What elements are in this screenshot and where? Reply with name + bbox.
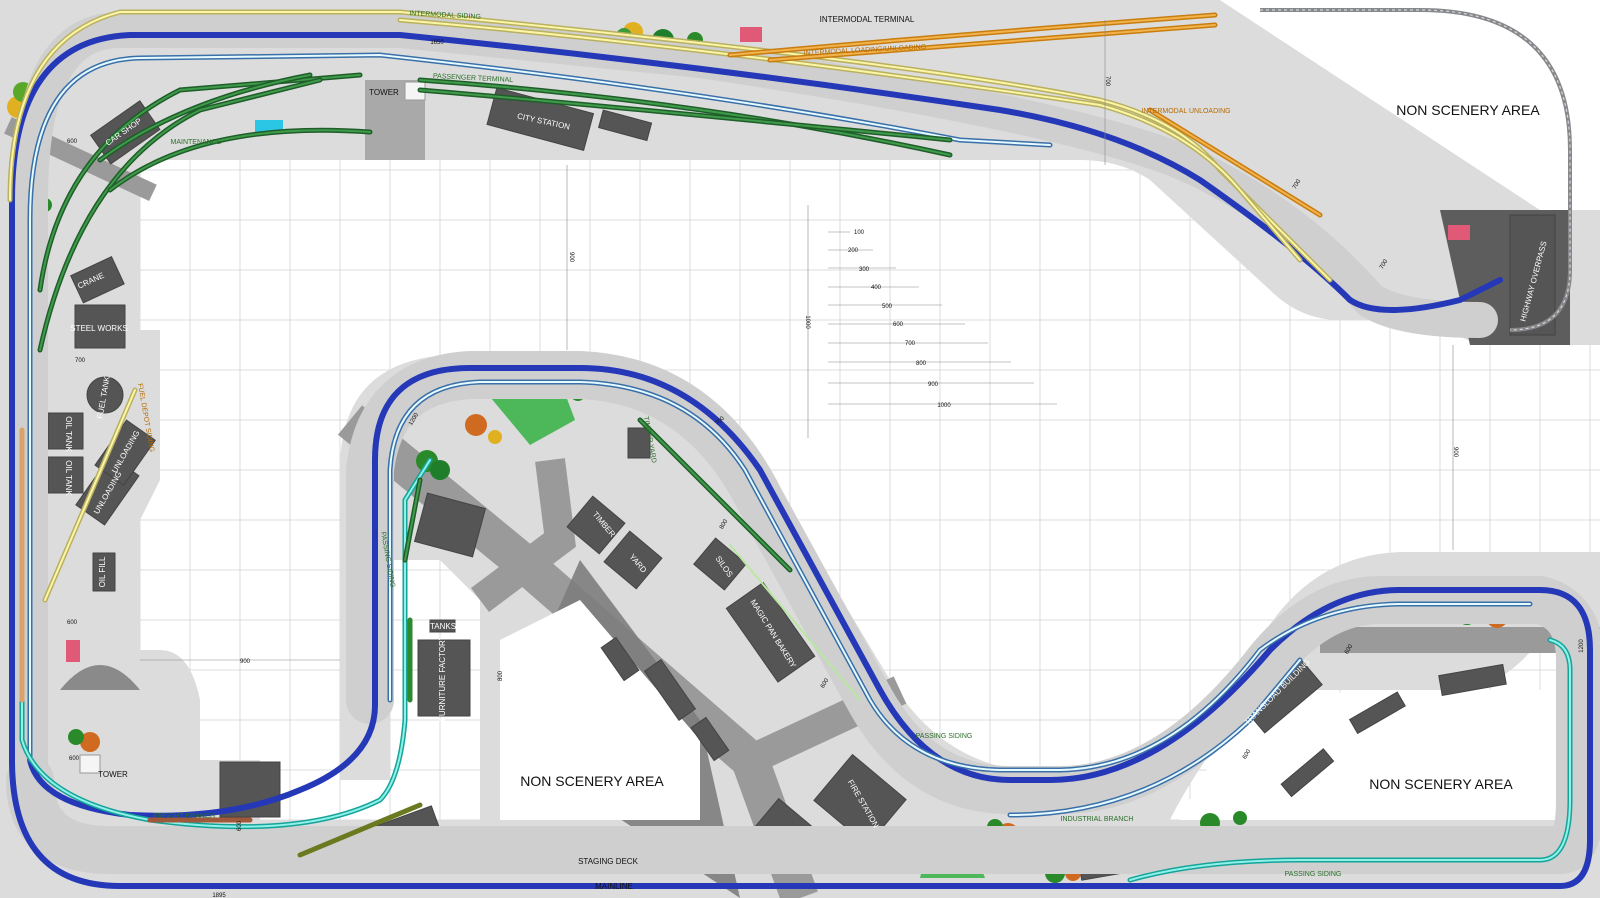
dim-staging-600: 600 xyxy=(237,820,243,831)
scale-tick-500: 500 xyxy=(882,304,893,310)
industrial-branch-label: INDUSTRIAL BRANCH xyxy=(1061,816,1134,823)
dim-mid-900: 900 xyxy=(568,252,574,263)
scale-tick-200: 200 xyxy=(848,248,859,254)
dim-left-700: 700 xyxy=(75,358,86,364)
dim-right-900: 900 xyxy=(1452,447,1458,458)
furniture-factory-label: FURNITURE FACTORY xyxy=(438,634,447,721)
scale-tick-300: 300 xyxy=(859,267,870,273)
scale-tick-400: 400 xyxy=(871,285,882,291)
mainline-label: MAINLINE xyxy=(595,882,633,891)
dim-left-600b: 600 xyxy=(67,620,78,626)
dim-top-700: 700 xyxy=(1104,76,1110,87)
tanks-label: TANKS xyxy=(430,622,456,631)
dim-left-900: 900 xyxy=(240,659,251,665)
oil-tank-1-label: OIL TANK xyxy=(64,416,73,452)
dim-center-800: 800 xyxy=(498,670,504,681)
track-plan-diagram: NON SCENERY AREA NON SCENERY AREA NON SC… xyxy=(0,0,1600,898)
scale-tick-700: 700 xyxy=(905,341,916,347)
dim-right-1200: 1200 xyxy=(1579,639,1585,653)
scale-tick-900: 900 xyxy=(928,382,939,388)
scale-tick-100: 100 xyxy=(854,230,865,236)
dim-bottom-len: 1895 xyxy=(212,893,226,898)
oil-fill-label: OIL FILL xyxy=(98,556,107,587)
non-scenery-area-top-right: NON SCENERY AREA xyxy=(1396,102,1540,118)
non-scenery-area-bottom-right: NON SCENERY AREA xyxy=(1369,776,1513,792)
staging-deck-label: STAGING DECK xyxy=(578,857,639,866)
scale-tick-1000: 1000 xyxy=(937,403,951,409)
non-scenery-area-center: NON SCENERY AREA xyxy=(520,773,664,789)
intermodal-terminal-label: INTERMODAL TERMINAL xyxy=(820,15,915,24)
passing-siding-mid-label: PASSING SIDING xyxy=(916,733,973,740)
oil-tank-2-label: OIL TANK xyxy=(64,460,73,496)
dim-left-600a: 600 xyxy=(67,139,78,145)
scale-tick-800: 800 xyxy=(916,361,927,367)
intermodal-unloading-label: INTERMODAL UNLOADING xyxy=(1141,108,1230,115)
scale-tick-600: 600 xyxy=(893,322,904,328)
tower-bottom-label: TOWER xyxy=(98,770,128,779)
maintenance-label: MAINTENANCE xyxy=(171,139,222,146)
steel-works-label: STEEL WORKS xyxy=(70,324,128,333)
tower-top-label: TOWER xyxy=(369,88,399,97)
passing-siding-bottom-label: PASSING SIDING xyxy=(1285,871,1342,878)
freight-branch-label: FREIGHT BRANCH xyxy=(153,813,215,820)
dim-left-600c: 600 xyxy=(69,756,80,762)
dim-top-len: 1650 xyxy=(430,40,444,46)
scale-vertical: 1000 xyxy=(804,315,810,329)
